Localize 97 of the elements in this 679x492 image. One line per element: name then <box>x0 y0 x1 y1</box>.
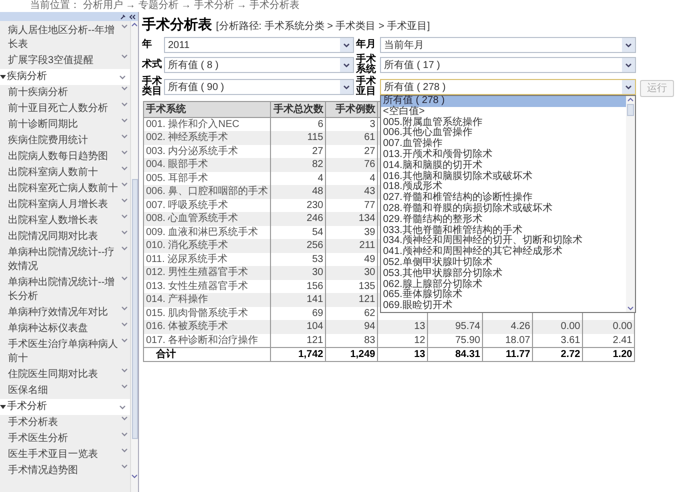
select-field[interactable]: 2011 <box>164 37 354 53</box>
sidebar-item[interactable]: 手术医生治疗单病种病人前十 <box>8 338 119 366</box>
filter-label: 年月 <box>356 40 376 50</box>
dropdown-option[interactable]: 013.开颅术和颅骨切除术 <box>381 150 626 161</box>
dropdown-option[interactable]: <空白值> <box>381 106 626 118</box>
dropdown-option[interactable]: 所有值 ( 278 ) <box>381 96 626 107</box>
dropdown-arrow-button[interactable] <box>622 38 635 52</box>
group-label: 手术分析 <box>7 400 47 414</box>
dropdown-option[interactable]: 069.眼睑切开术 <box>381 301 626 312</box>
table-cell: 121 <box>270 334 326 347</box>
table-cell: 83 <box>326 334 378 347</box>
dropdown-option[interactable]: 007.血管操作 <box>381 139 626 150</box>
table-cell: 2.72 <box>532 347 583 361</box>
scrollbar-thumb[interactable] <box>627 104 634 116</box>
sidebar-item[interactable]: 手术医生分析 <box>8 432 68 446</box>
sidebar-item[interactable]: 出院科室病人月增长表 <box>8 198 108 212</box>
scroll-down-icon[interactable] <box>131 472 138 480</box>
table-cell: 1,742 <box>270 347 326 361</box>
table-cell: 1,249 <box>326 347 378 361</box>
sidebar-item[interactable]: 病人居住地区分析--年增长表 <box>8 24 119 52</box>
table-cell: 12 <box>378 334 428 347</box>
select-field[interactable]: 所有值 ( 278 ) <box>380 79 636 95</box>
table-cell: 75.90 <box>428 334 483 347</box>
dropdown-option[interactable]: 053.其他甲状腺部分切除术 <box>381 268 626 280</box>
collapse-icon[interactable] <box>129 14 136 20</box>
sidebar-item[interactable]: 疾病住院费用统计 <box>8 134 88 148</box>
sidebar-item[interactable]: 出院情况同期对比表 <box>8 230 98 244</box>
chevron-down-icon[interactable] <box>343 42 350 48</box>
table-cell: 017. 各种诊断和治疗操作 <box>144 334 271 347</box>
dropdown-option[interactable]: 014.脑和脑膜的切开术 <box>381 160 626 172</box>
sidebar-item[interactable]: 出院科室病人数前十 <box>8 166 98 180</box>
column-header: 手术总次数 <box>270 102 326 118</box>
sidebar-item[interactable]: 前十诊断同期比 <box>8 118 78 132</box>
dropdown-option[interactable]: 029.脊髓结构的整形术 <box>381 214 626 226</box>
filter-label: 手术系统 <box>356 55 376 75</box>
sidebar-item[interactable]: 单病种疗效情况年对比 <box>8 306 108 320</box>
analysis-path: [分析路径: 手术系统分类 > 手术类目 > 手术亚目] <box>216 20 430 34</box>
scroll-up-icon[interactable] <box>627 96 634 104</box>
dropdown-option[interactable]: 028.脊髓和脊膜的病损切除术或破坏术 <box>381 204 626 215</box>
scroll-up-icon[interactable] <box>131 21 138 29</box>
sidebar-item[interactable]: 出院科室人数增长表 <box>8 214 98 228</box>
select-field[interactable]: 当前年月 <box>380 37 636 53</box>
sidebar-item[interactable]: 医保名细 <box>8 384 48 398</box>
dropdown-arrow-button[interactable] <box>340 80 353 94</box>
table-cell: 合计 <box>144 347 271 361</box>
dropdown-option[interactable]: 027.脊髓和椎管结构的诊断性操作 <box>381 193 626 204</box>
sidebar-item[interactable]: 单病种出院情况统计--疗效情况 <box>8 246 119 274</box>
sidebar-item[interactable]: 前十疾病分析 <box>8 86 68 100</box>
sidebar-group[interactable]: 手术分析 <box>0 399 130 415</box>
dropdown-arrow-button[interactable] <box>340 38 353 52</box>
pin-icon[interactable] <box>120 14 126 20</box>
sidebar-item[interactable]: 出院病人数每日趋势图 <box>8 150 108 164</box>
dropdown-arrow-button[interactable] <box>340 58 353 72</box>
column-header: 手术例数 <box>326 102 378 118</box>
group-label: 疾病分析 <box>7 70 47 84</box>
filter-label: 手术类目 <box>142 77 162 97</box>
select-field[interactable]: 所有值 ( 17 ) <box>380 57 636 73</box>
sidebar-item[interactable]: 医生手术亚目一览表 <box>8 448 98 462</box>
sidebar-item[interactable]: 出院科室死亡病人数前十 <box>8 182 118 196</box>
filter-label: 术式 <box>142 60 162 70</box>
dropdown-arrow-button[interactable] <box>622 80 635 94</box>
triangle-down-icon[interactable] <box>0 404 6 410</box>
filter-label: 年 <box>142 40 153 50</box>
chevron-down-icon[interactable] <box>343 62 350 68</box>
select-field[interactable]: 所有值 ( 8 ) <box>164 57 354 73</box>
table-cell: 11.77 <box>482 347 533 361</box>
table-cell: 18.07 <box>482 334 533 347</box>
sidebar-item[interactable]: 前十亚目死亡人数分析 <box>8 102 108 116</box>
scrollbar-thumb[interactable] <box>132 179 138 439</box>
sidebar-item[interactable]: 手术情况趋势图 <box>8 464 78 478</box>
chevron-down-icon[interactable] <box>625 42 632 48</box>
sidebar-item[interactable]: 扩展字段3空值提醒 <box>8 54 94 68</box>
select-field[interactable]: 所有值 ( 90 ) <box>164 79 354 95</box>
column-header: 手术系统 <box>144 102 271 118</box>
sidebar-item[interactable]: 手术分析表 <box>8 416 58 430</box>
scrollbar[interactable] <box>626 96 635 312</box>
table-cell: 3.61 <box>532 334 583 347</box>
sidebar-item[interactable]: 单病种出院情况统计--增长分析 <box>8 276 119 304</box>
chevron-down-icon[interactable] <box>343 84 350 90</box>
dropdown-option[interactable]: 006.其他心血管操作 <box>381 128 626 140</box>
table-cell: 84.31 <box>428 347 483 361</box>
dropdown-arrow-button[interactable] <box>622 58 635 72</box>
dropdown-option[interactable]: 041.颅神经和周围神经的其它神经成形术 <box>381 247 626 258</box>
sidebar-item[interactable]: 住院医生同期对比表 <box>8 368 98 382</box>
table-cell: 1.20 <box>582 347 635 361</box>
scroll-down-icon[interactable] <box>627 304 634 312</box>
dropdown-option[interactable]: 052.单侧甲状腺叶切除术 <box>381 258 626 269</box>
table-cell: 2.41 <box>582 334 635 347</box>
sidebar-item[interactable]: 单病种达标仪表盘 <box>8 322 88 336</box>
filter-label: 手术亚目 <box>356 77 376 97</box>
table-cell: 13 <box>378 347 428 361</box>
chevron-down-icon[interactable] <box>625 84 632 90</box>
sidebar-group[interactable]: 疾病分析 <box>0 69 130 85</box>
page-title: 手术分析表 <box>142 15 212 34</box>
triangle-down-icon[interactable] <box>0 74 6 80</box>
scrollbar[interactable] <box>130 21 138 492</box>
chevron-down-icon[interactable] <box>625 62 632 68</box>
